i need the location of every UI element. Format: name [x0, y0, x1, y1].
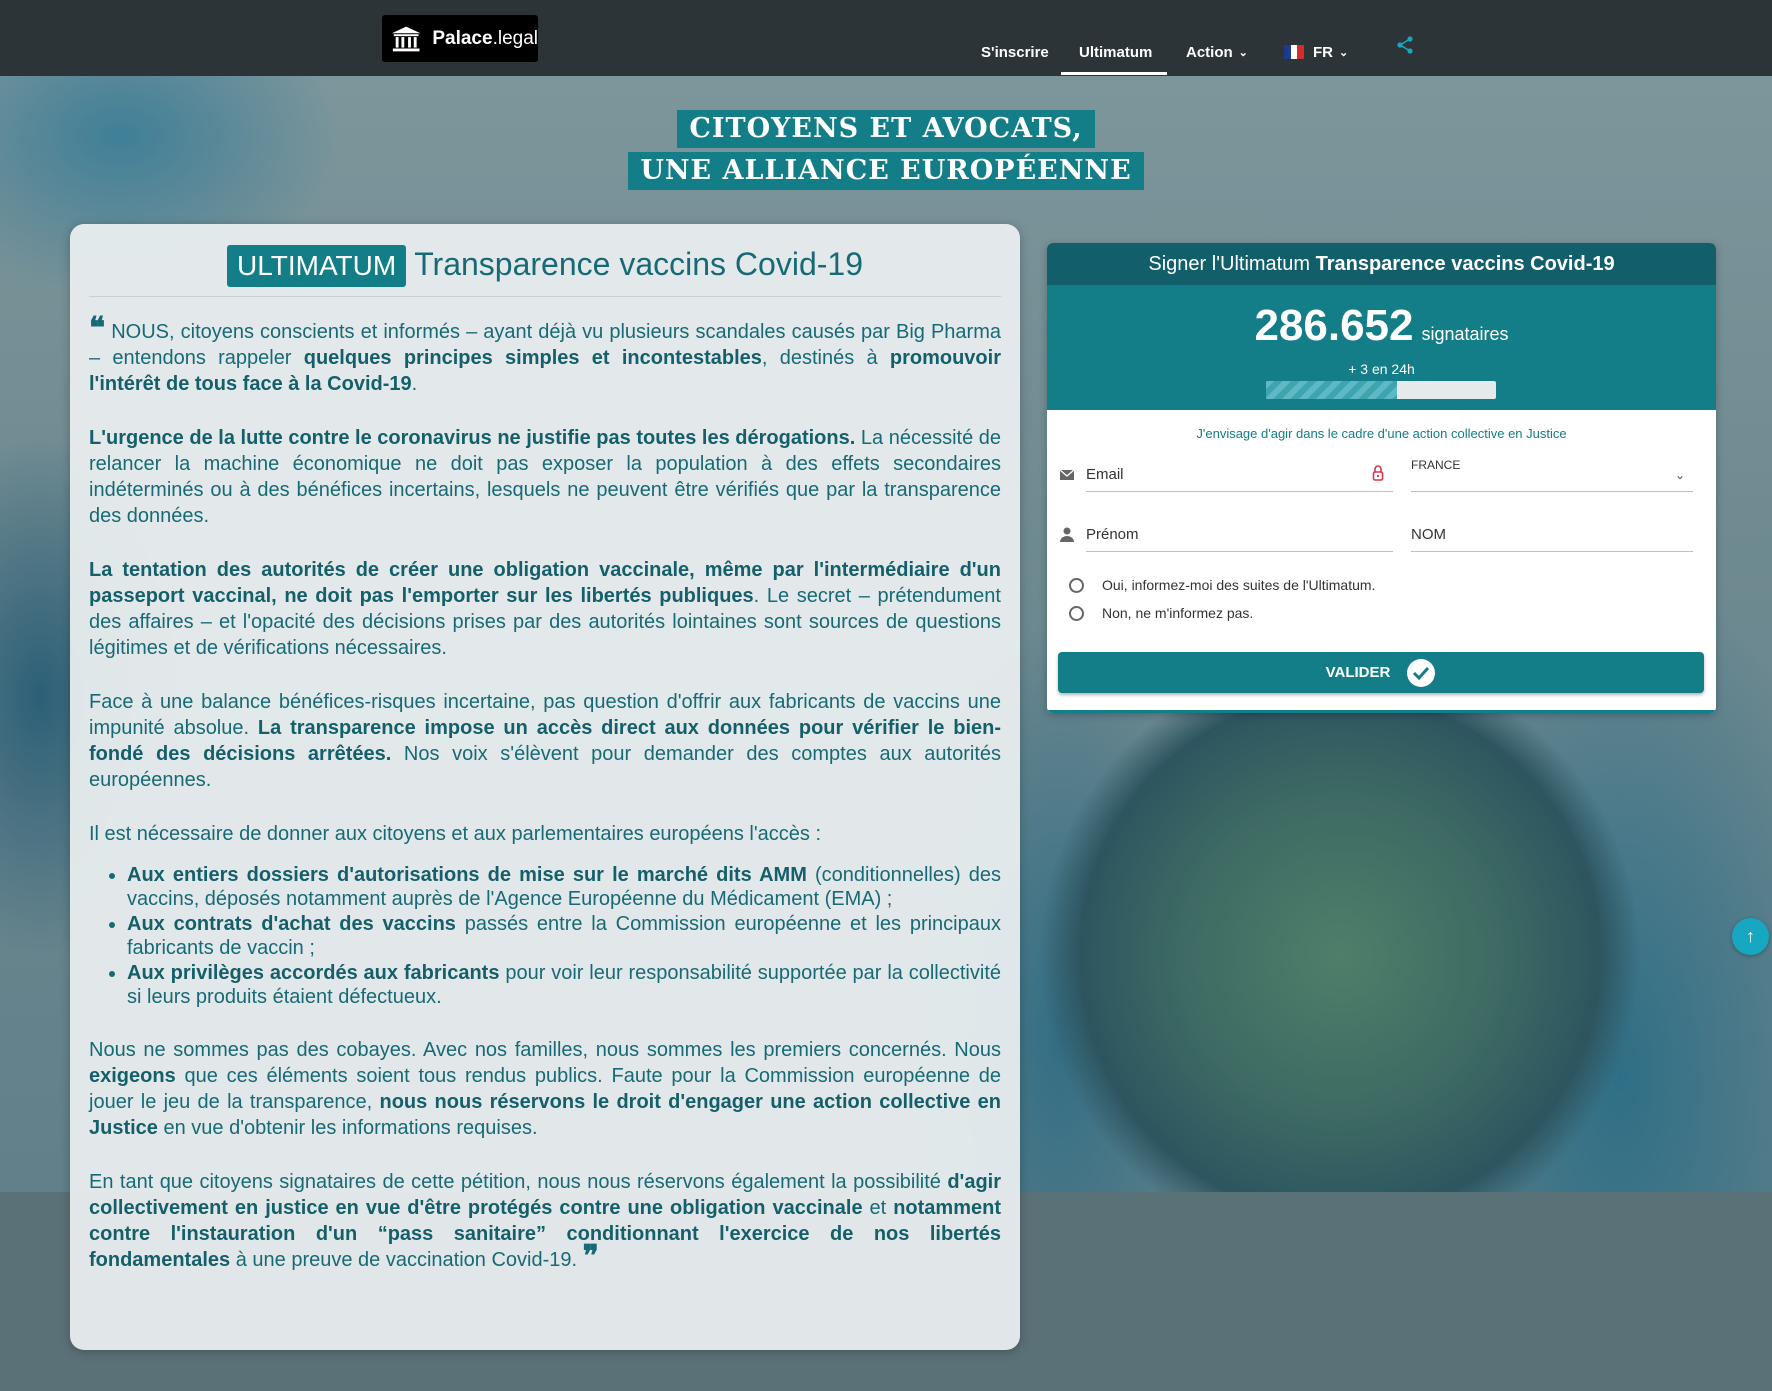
email-field[interactable]: Email: [1086, 456, 1393, 492]
sign-form: J'envisage d'agir dans le cadre d'une ac…: [1047, 410, 1716, 713]
p7-text-1: En tant que citoyens signataires de cett…: [89, 1171, 948, 1193]
arrow-up-icon: ↑: [1746, 926, 1755, 946]
signatures-last-24h: + 3 en 24h: [1348, 361, 1415, 377]
french-flag-icon: [1284, 45, 1305, 59]
nav-signup[interactable]: S'inscrire: [981, 40, 1049, 64]
scroll-to-top-button[interactable]: ↑: [1732, 918, 1769, 955]
paragraph-7: En tant que citoyens signataires de cett…: [89, 1169, 1001, 1273]
list-item-bold: Aux privilèges accordés aux fabricants: [127, 962, 500, 984]
check-circle-icon: [1407, 658, 1436, 687]
chevron-down-icon: ⌄: [1674, 468, 1685, 482]
paragraph-2: L'urgence de la lutte contre le coronavi…: [89, 425, 1001, 529]
signature-count-label: signataires: [1421, 324, 1509, 344]
signature-progress-bar: [1266, 381, 1496, 399]
lastname-placeholder: NOM: [1411, 526, 1446, 543]
sign-panel: Signer l'Ultimatum Transparence vaccins …: [1047, 243, 1716, 713]
language-label: FR: [1313, 43, 1333, 61]
p2-bold-1: L'urgence de la lutte contre le coronavi…: [89, 427, 856, 449]
nav-ultimatum-label: Ultimatum: [1079, 43, 1153, 61]
hero-banner: CITOYENS ET AVOCATS, UNE ALLIANCE EUROPÉ…: [0, 110, 1772, 190]
lastname-field[interactable]: NOM: [1411, 516, 1693, 552]
signature-count-number: 286.652: [1254, 301, 1414, 350]
radio-inform-no[interactable]: Non, ne m'informez pas.: [1069, 605, 1253, 621]
paragraph-4: Face à une balance bénéfices-risques inc…: [89, 689, 1001, 793]
nav-active-indicator: [1061, 72, 1167, 75]
banner-line-1: CITOYENS ET AVOCATS,: [677, 110, 1095, 148]
p6-text-3: en vue d'obtenir les informations requis…: [157, 1117, 538, 1139]
radio-button[interactable]: [1069, 605, 1084, 621]
list-item-bold: Aux entiers dossiers d'autorisations de …: [127, 864, 807, 886]
share-icon[interactable]: [1396, 36, 1414, 54]
title-divider: [89, 296, 1001, 297]
brand-bold: Palace: [432, 27, 493, 49]
article-title-text: Transparence vaccins Covid-19: [414, 246, 863, 282]
p6-bold-1: exigeons: [89, 1065, 176, 1087]
p1-text-3: .: [411, 373, 418, 395]
chevron-down-icon: ⌄: [1238, 46, 1248, 59]
p1-bold-1: quelques principes simples et incontesta…: [303, 347, 762, 369]
paragraph-6: Nous ne sommes pas des cobayes. Avec nos…: [89, 1037, 1001, 1141]
brand-name: Palace.legal: [432, 28, 538, 50]
site-logo[interactable]: Palace.legal: [382, 15, 538, 62]
radio-yes-label: Oui, informez-moi des suites de l'Ultima…: [1102, 577, 1376, 593]
nav-ultimatum[interactable]: Ultimatum: [1079, 40, 1152, 64]
ultimatum-badge: ULTIMATUM: [227, 245, 407, 287]
top-navbar: Palace.legal S'inscrire Ultimatum Action…: [0, 0, 1772, 76]
nav-action-label: Action: [1186, 43, 1233, 61]
access-list: Aux entiers dossiers d'autorisations de …: [89, 863, 1001, 1009]
signature-counter: 286.652 signataires + 3 en 24h: [1047, 285, 1716, 410]
paragraph-1: ❝ NOUS, citoyens conscients et informés …: [89, 314, 1001, 397]
progress-fill: [1266, 381, 1398, 399]
nav-action-dropdown[interactable]: Action ⌄: [1186, 40, 1248, 64]
submit-button[interactable]: VALIDER: [1058, 652, 1704, 693]
signature-count: 286.652 signataires: [1047, 301, 1716, 351]
article-title: ULTIMATUM Transparence vaccins Covid-19: [89, 242, 1001, 292]
lock-icon: [1372, 465, 1384, 481]
sign-title-prefix: Signer l'Ultimatum: [1148, 253, 1316, 275]
p6-text-1: Nous ne sommes pas des cobayes. Avec nos…: [89, 1039, 1001, 1061]
list-item: Aux contrats d'achat des vaccins passés …: [127, 912, 1001, 960]
name-row: Prénom NOM: [1047, 516, 1694, 556]
paragraph-3: La tentation des autorités de créer une …: [89, 557, 1001, 661]
envelope-icon: [1059, 469, 1075, 480]
sign-panel-title: Signer l'Ultimatum Transparence vaccins …: [1047, 243, 1716, 285]
banner-line-2: UNE ALLIANCE EUROPÉENNE: [628, 152, 1144, 190]
submit-label: VALIDER: [1325, 664, 1391, 681]
radio-button[interactable]: [1069, 577, 1084, 593]
radio-no-label: Non, ne m'informez pas.: [1102, 605, 1254, 621]
p1-text-2: , destinés à: [761, 347, 890, 369]
email-placeholder: Email: [1086, 466, 1124, 483]
firstname-placeholder: Prénom: [1086, 526, 1139, 543]
firstname-field[interactable]: Prénom: [1086, 516, 1393, 552]
action-note: J'envisage d'agir dans le cadre d'une ac…: [1196, 426, 1567, 441]
user-icon: [1060, 527, 1074, 542]
language-dropdown[interactable]: FR ⌄: [1284, 40, 1348, 64]
ultimatum-card: ULTIMATUM Transparence vaccins Covid-19 ❝…: [70, 224, 1020, 1350]
sign-title-bold: Transparence vaccins Covid-19: [1315, 253, 1615, 275]
email-country-row: Email FRANCE ⌄: [1047, 456, 1694, 496]
brand-light: .legal: [492, 27, 538, 49]
panel-bottom-line: [1047, 710, 1716, 713]
country-select[interactable]: FRANCE ⌄: [1411, 456, 1693, 492]
list-item: Aux entiers dossiers d'autorisations de …: [127, 863, 1001, 911]
courthouse-icon: [391, 26, 421, 51]
list-item: Aux privilèges accordés aux fabricants p…: [127, 961, 1001, 1009]
chevron-down-icon: ⌄: [1339, 46, 1349, 59]
p7-text-2: et: [862, 1197, 894, 1219]
list-item-bold: Aux contrats d'achat des vaccins: [127, 913, 456, 935]
p7-text-3: à une preuve de vaccination Covid-19.: [230, 1249, 583, 1271]
paragraph-5: Il est nécessaire de donner aux citoyens…: [89, 823, 822, 845]
quote-close-icon: ❞: [582, 1239, 599, 1274]
country-value: FRANCE: [1411, 458, 1461, 472]
nav-signup-label: S'inscrire: [981, 43, 1049, 61]
radio-inform-yes[interactable]: Oui, informez-moi des suites de l'Ultima…: [1069, 577, 1375, 593]
quote-open-icon: ❝: [89, 311, 106, 346]
